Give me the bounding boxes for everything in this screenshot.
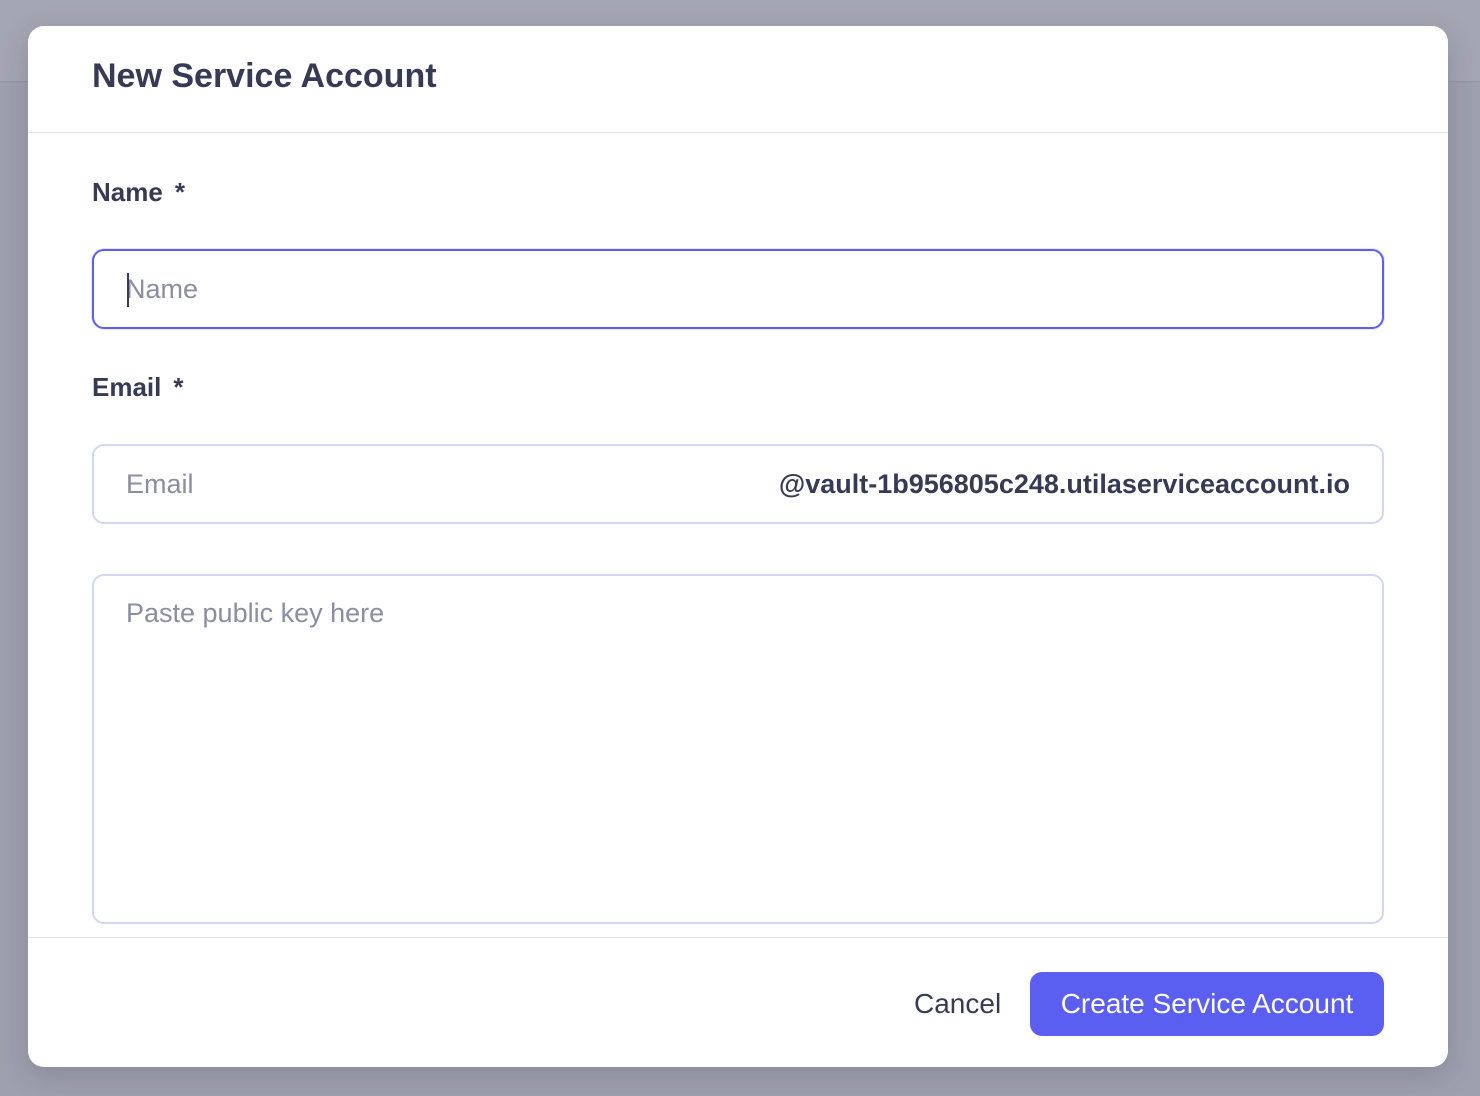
email-label: Email * [92,372,184,403]
email-required-mark: * [173,372,184,402]
email-input[interactable] [126,468,626,500]
name-input[interactable] [126,273,1350,305]
email-field-wrapper: @vault-1b956805c248.utilaserviceaccount.… [92,444,1384,524]
email-domain-suffix: @vault-1b956805c248.utilaserviceaccount.… [778,468,1350,499]
dialog-header: New Service Account [28,26,1448,133]
text-caret [127,273,129,307]
name-label-text: Name [92,177,163,207]
name-field-wrapper [92,249,1384,329]
dialog-title: New Service Account [92,56,437,95]
name-label: Name * [92,177,185,208]
new-service-account-dialog: New Service Account Name * Email * @vaul… [28,26,1448,1067]
public-key-textarea[interactable] [92,574,1384,924]
dialog-footer: Cancel Create Service Account [28,937,1448,1067]
name-required-mark: * [174,177,185,207]
email-label-text: Email [92,372,162,402]
cancel-button[interactable]: Cancel [898,972,1017,1036]
create-service-account-button[interactable]: Create Service Account [1030,972,1384,1036]
